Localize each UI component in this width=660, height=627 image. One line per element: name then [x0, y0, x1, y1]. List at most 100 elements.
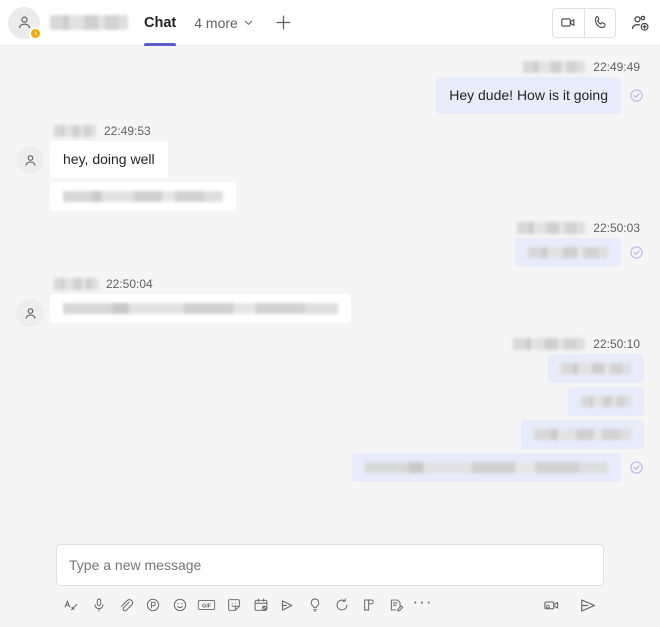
- svg-text:GIF: GIF: [202, 604, 212, 610]
- message-list: 22:49:49 Hey dude! How is it going 22:49…: [0, 46, 660, 544]
- message-column: 22:50:10: [352, 337, 644, 482]
- message-bubble[interactable]: Hey dude! How is it going: [436, 77, 621, 114]
- plus-icon: [276, 15, 291, 30]
- compose-area: GIF: [0, 544, 660, 627]
- chat-header: Chat 4 more: [0, 0, 660, 46]
- message-input[interactable]: [69, 557, 591, 573]
- message-bubble[interactable]: [548, 354, 644, 383]
- message-bubble-row: hey, doing well: [50, 141, 236, 178]
- message-group: 22:49:53 hey, doing well: [16, 124, 644, 211]
- message-text-redacted: [63, 303, 338, 314]
- message-timestamp: 22:50:04: [106, 277, 153, 291]
- add-people-button[interactable]: [630, 13, 650, 33]
- message-bubble[interactable]: [50, 182, 236, 211]
- message-timestamp: 22:50:10: [593, 337, 640, 351]
- message-input-box[interactable]: [56, 544, 604, 586]
- away-clock-badge: [29, 26, 42, 40]
- message-bubble[interactable]: [352, 453, 621, 482]
- microphone-icon[interactable]: [85, 593, 112, 617]
- video-clip-icon[interactable]: [538, 593, 565, 617]
- message-column: 22:50:03: [513, 221, 644, 267]
- sender-name-redacted: [513, 338, 586, 350]
- schedule-meeting-icon[interactable]: [247, 593, 274, 617]
- message-bubble-row: [50, 182, 236, 211]
- message-text-redacted: [63, 191, 223, 202]
- message-meta: 22:49:49: [519, 60, 644, 74]
- message-bubble[interactable]: [515, 238, 621, 267]
- clock-icon: [35, 31, 37, 35]
- tab-chat-label: Chat: [144, 14, 177, 31]
- more-tabs-button[interactable]: 4 more: [194, 15, 254, 31]
- message-group: 22:50:04: [16, 277, 644, 327]
- loop-refresh-icon[interactable]: [328, 593, 355, 617]
- person-icon: [25, 307, 35, 319]
- chevron-down-icon: [244, 20, 253, 26]
- checkmark-circle-icon: [629, 245, 644, 260]
- avatar[interactable]: [16, 146, 44, 174]
- add-tab-button[interactable]: [274, 13, 293, 32]
- message-bubble-row: [352, 453, 644, 482]
- tab-chat[interactable]: Chat: [144, 0, 177, 46]
- message-bubble[interactable]: [568, 387, 644, 416]
- message-timestamp: 22:50:03: [593, 221, 640, 235]
- teams-chat-window: Chat 4 more 22:49:49 Hey dude! How is it…: [0, 0, 660, 627]
- praise-icon[interactable]: [301, 593, 328, 617]
- avatar[interactable]: [8, 6, 42, 40]
- compose-right-actions: [538, 593, 602, 617]
- message-column: 22:50:04: [50, 277, 351, 327]
- sender-name-redacted: [54, 278, 98, 290]
- send-icon[interactable]: [575, 593, 602, 617]
- avatar-column: [16, 277, 50, 327]
- sender-name-redacted: [517, 222, 586, 234]
- sender-name-redacted: [523, 61, 586, 73]
- message-text-redacted: [528, 247, 608, 258]
- message-column: 22:49:49 Hey dude! How is it going: [436, 60, 644, 114]
- header-actions: [552, 7, 650, 38]
- checkmark-circle-icon: [629, 88, 644, 103]
- message-text-redacted: [581, 396, 631, 407]
- audio-call-button[interactable]: [584, 8, 615, 37]
- loop-component-icon[interactable]: [139, 593, 166, 617]
- gif-icon[interactable]: GIF: [193, 593, 220, 617]
- format-icon[interactable]: [58, 593, 85, 617]
- sticker-icon[interactable]: [220, 593, 247, 617]
- stream-video-icon[interactable]: [274, 593, 301, 617]
- message-group: 22:50:10: [16, 337, 644, 482]
- message-bubble-row: [50, 294, 351, 323]
- attach-icon[interactable]: [112, 593, 139, 617]
- emoji-icon[interactable]: [166, 593, 193, 617]
- message-timestamp: 22:49:49: [593, 60, 640, 74]
- person-icon: [25, 154, 35, 166]
- message-meta: 22:50:04: [50, 277, 351, 291]
- approvals-icon[interactable]: [355, 593, 382, 617]
- message-bubble[interactable]: [521, 420, 644, 449]
- video-camera-icon: [561, 18, 575, 27]
- message-bubble-row: Hey dude! How is it going: [436, 77, 644, 114]
- avatar[interactable]: [16, 299, 44, 327]
- phone-icon: [594, 15, 606, 28]
- message-group: 22:50:03: [16, 221, 644, 267]
- sender-name-redacted: [54, 125, 96, 137]
- call-button-group: [552, 7, 616, 38]
- message-text-redacted: [365, 462, 608, 473]
- message-meta: 22:50:03: [513, 221, 644, 235]
- message-group: 22:49:49 Hey dude! How is it going: [16, 60, 644, 114]
- forms-icon[interactable]: [382, 593, 409, 617]
- more-horizontal-icon[interactable]: ···: [409, 592, 436, 617]
- message-text-redacted: [534, 429, 631, 440]
- message-meta: 22:49:53: [50, 124, 236, 138]
- compose-toolbar: GIF ···: [56, 592, 604, 617]
- message-text-redacted: [561, 363, 631, 374]
- checkmark-circle-icon: [629, 460, 644, 475]
- message-column: 22:49:53 hey, doing well: [50, 124, 236, 211]
- chat-title-redacted: [50, 15, 128, 30]
- add-people-icon: [631, 15, 649, 31]
- more-tabs-label: 4 more: [194, 14, 238, 31]
- message-timestamp: 22:49:53: [104, 124, 151, 138]
- message-bubble-row: [515, 238, 644, 267]
- video-call-button[interactable]: [553, 8, 584, 37]
- message-bubble[interactable]: hey, doing well: [50, 141, 168, 178]
- message-meta: 22:50:10: [509, 337, 644, 351]
- message-bubble[interactable]: [50, 294, 351, 323]
- message-bubble-stack: [352, 354, 644, 482]
